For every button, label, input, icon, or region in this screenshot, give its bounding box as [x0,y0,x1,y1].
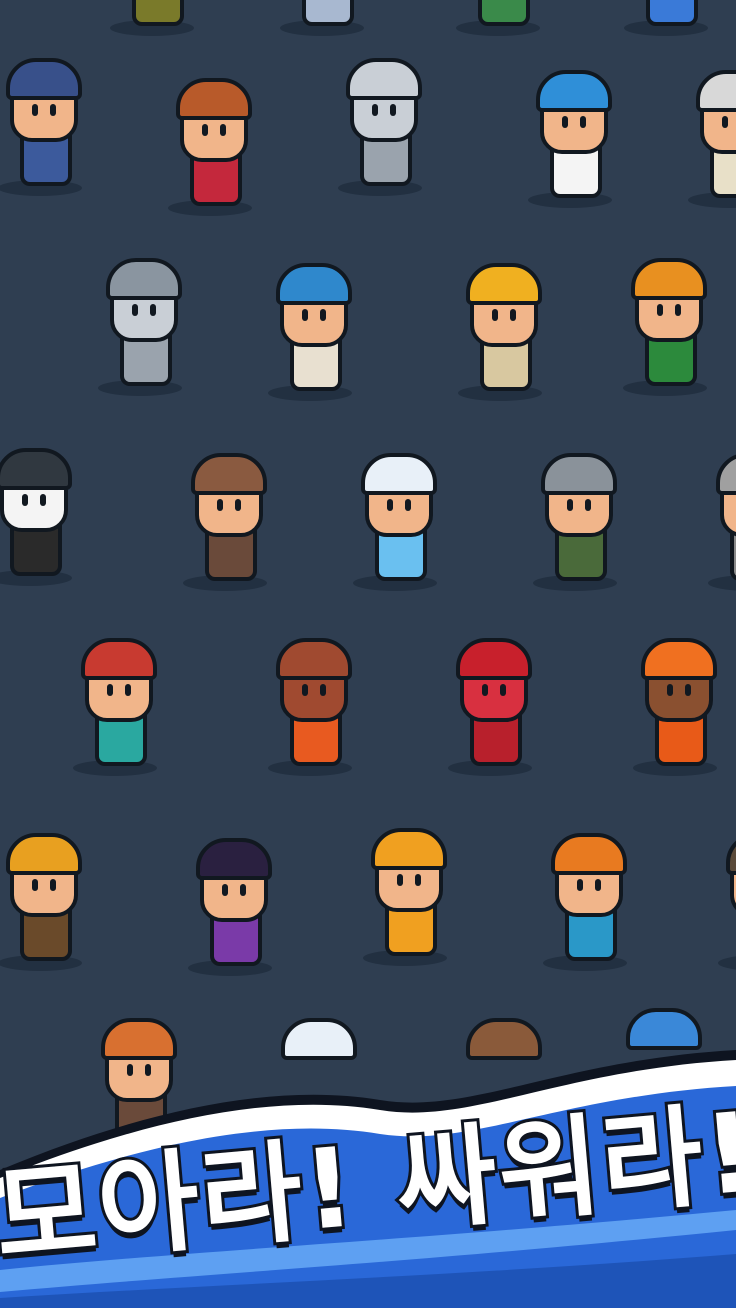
hero-top-hat-mage[interactable] [0,440,90,590]
hero-orange-hood-scout[interactable] [615,630,735,780]
hero-hammer-dwarf[interactable] [670,62,736,212]
hero-body [302,0,354,26]
hero-top-1 [92,0,212,40]
hero-rabbit-hood [456,638,532,680]
hero-body [646,0,698,26]
hero-axe-woodsman[interactable] [605,250,725,400]
hero-blue-mace-knight[interactable] [0,50,100,200]
hero-helmet [696,70,736,112]
hero-orange-monk[interactable] [250,630,370,780]
hero-hooded-grey[interactable] [690,445,736,595]
hero-horned-helmet [726,833,736,875]
hero-hair [371,828,447,870]
hero-headwear [176,78,252,120]
hero-helmet [346,58,422,100]
hero-top-3 [438,0,558,40]
hero-shadow [718,955,736,971]
hero-hair [536,70,612,112]
hero-helmet [6,833,82,875]
hero-goggle-crystal-miner[interactable] [55,630,175,780]
hero-serpent-witch[interactable] [170,830,290,980]
hero-body [132,0,184,26]
hero-horned-helmet [541,453,617,495]
hero-dancer[interactable] [150,70,270,220]
hero-hood [276,638,352,680]
hero-top-hat [0,448,72,490]
hero-nurse-priest[interactable] [510,62,630,212]
hero-hair [631,258,707,300]
game-promo-stage: 모아라! 싸워라! [0,0,736,1308]
hero-hood [716,453,736,495]
hero-turban [466,263,542,305]
hero-shield-lancer[interactable] [80,250,200,400]
hero-helmet [106,258,182,300]
hero-bandana [81,638,157,680]
hero-sword-bearer[interactable] [0,825,100,975]
hero-top-4 [606,0,726,40]
hero-turban-spearman[interactable] [440,255,560,405]
hero-hair [551,833,627,875]
hero-red-rabbit-mage[interactable] [430,630,550,780]
hero-musketeer[interactable] [250,255,370,405]
hero-horned-edge[interactable] [700,825,736,975]
hero-hair [196,838,272,880]
hero-hood [641,638,717,680]
hero-cowboy-hat [191,453,267,495]
hero-hat [276,263,352,305]
hero-hood [361,453,437,495]
hero-hourglass-girl[interactable] [345,820,465,970]
hero-helmet [6,58,82,100]
hero-top-2 [262,0,382,40]
hero-armored-knight[interactable] [320,50,440,200]
hero-ice-mage[interactable] [335,445,455,595]
hero-cowboy-gunner[interactable] [165,445,285,595]
hero-viking-spearman[interactable] [515,445,635,595]
hero-body [478,0,530,26]
hero-mermaid-trident[interactable] [525,825,645,975]
